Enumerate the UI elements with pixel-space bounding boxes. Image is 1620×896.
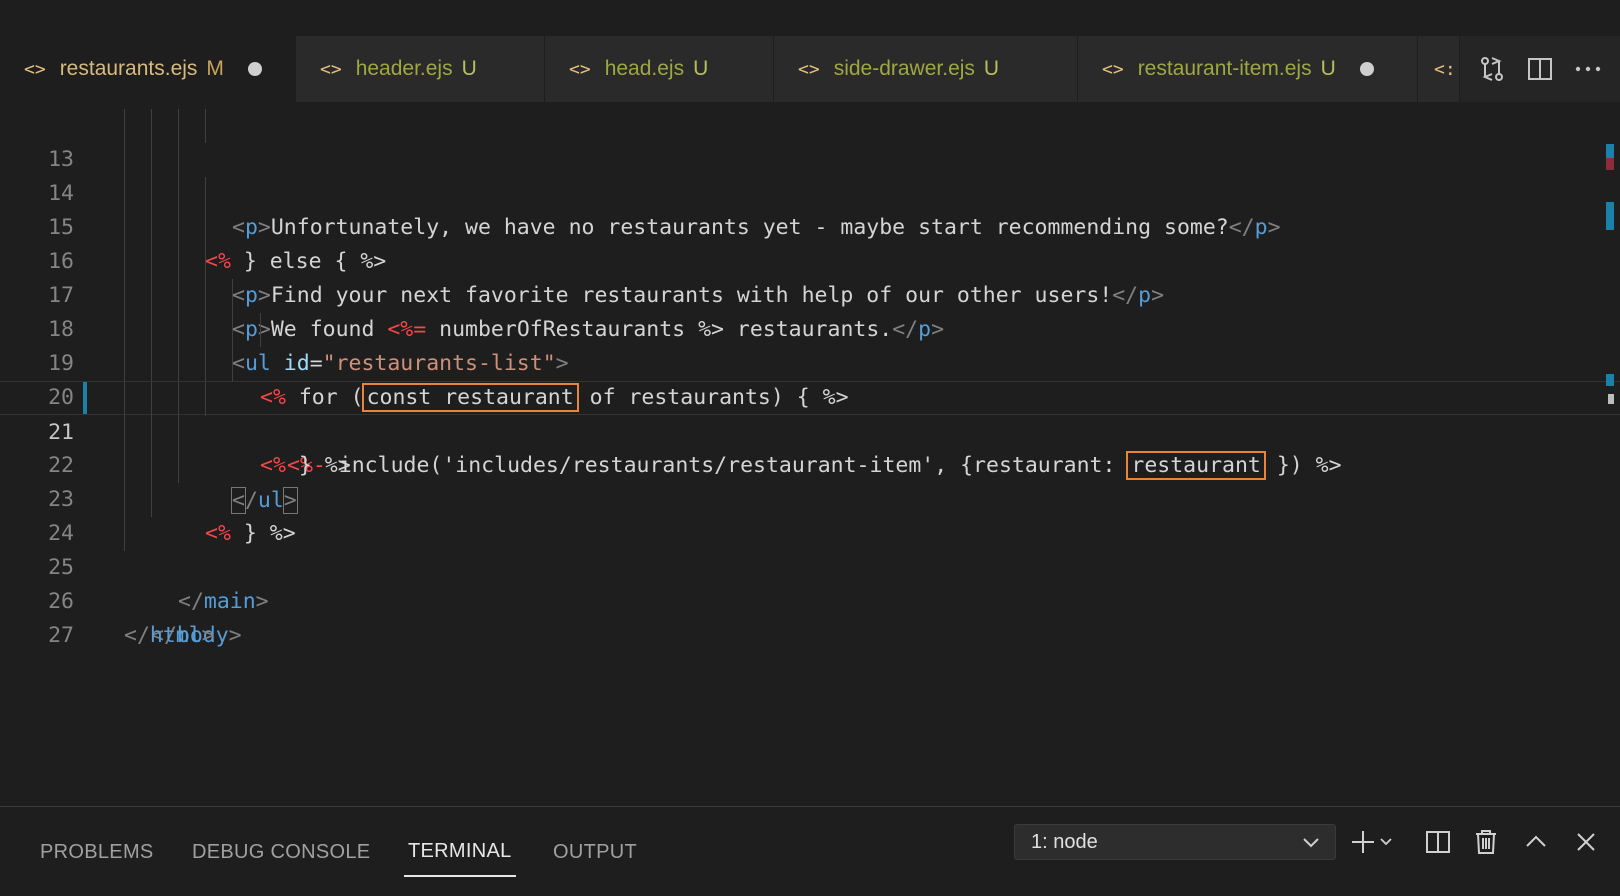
code-line: 27 [0,585,1620,648]
code-line: 13 <p>Unfortunately, we have no restaura… [0,109,1620,240]
tab-label: restaurants.ejs [59,57,198,80]
kill-terminal-button[interactable] [1469,825,1503,859]
chevron-up-icon [1526,835,1546,847]
code-file-icon: <: [1434,58,1456,80]
git-status-badge: U [983,57,1000,80]
chevron-down-icon [1303,838,1319,848]
tab-label: header.ejs [355,57,453,80]
tab-debug-console[interactable]: DEBUG CONSOLE [192,827,370,877]
new-terminal-button[interactable] [1346,825,1380,859]
editor-actions [1460,36,1620,102]
tab-terminal[interactable]: TERMINAL [404,827,516,877]
code-line: 17 <ul id="restaurants-list"> [0,245,1620,376]
split-terminal-icon [1426,831,1450,853]
code-file-icon: <> [798,58,820,80]
code-file-icon: <> [569,58,591,80]
code-line-current: 21 </ul> [0,381,1620,514]
code-line: 26 </html> [0,551,1620,648]
tab-restaurant-item-ejs[interactable]: <> restaurant-item.ejs U [1078,36,1418,102]
git-status-badge: U [1320,57,1336,80]
split-editor-button[interactable] [1525,54,1555,84]
chevron-down-icon [1380,838,1392,846]
code-line: 15 <p>Find your next favorite restaurant… [0,177,1620,308]
compare-changes-icon [1481,57,1503,81]
code-line: 25 </body> [0,517,1620,648]
git-status-badge: M [206,57,224,80]
title-bar [0,0,1620,36]
overview-ruler[interactable] [1604,102,1614,806]
code-line: 18 <% for (const restaurant of restauran… [0,279,1620,412]
terminal-select[interactable]: 1: node [1014,824,1336,860]
unsaved-dot-icon[interactable] [247,62,262,76]
tab-label: head.ejs [604,57,685,80]
code-line: 19 <%- include('includes/restaurants/res… [0,313,1620,480]
code-line: 14 <% } else { %> [0,143,1620,274]
tab-restaurants-ejs[interactable]: <> restaurants.ejs M [0,36,296,102]
ellipsis-icon [1575,66,1601,72]
bottom-panel: PROBLEMS DEBUG CONSOLE TERMINAL OUTPUT 1… [0,806,1620,896]
close-panel-button[interactable] [1569,825,1603,859]
code-line: 23 [0,449,1620,512]
tab-label: restaurant-item.ejs [1137,57,1312,80]
code-file-icon: <> [1102,58,1124,80]
line-number: 27 [48,623,74,648]
tab-header-ejs[interactable]: <> header.ejs U [296,36,545,102]
tab-label: side-drawer.ejs [833,57,975,80]
terminal-select-value: 1: node [1031,830,1098,853]
code-file-icon: <> [320,58,342,80]
open-changes-button[interactable] [1477,54,1507,84]
git-status-badge: U [693,57,709,80]
close-icon [1577,833,1595,851]
code-editor[interactable]: 13 <p>Unfortunately, we have no restaura… [0,102,1620,806]
code-file-icon: <> [24,58,46,80]
code-text: </html> [124,623,215,648]
split-editor-icon [1528,58,1552,80]
tab-head-ejs[interactable]: <> head.ejs U [545,36,774,102]
tab-output[interactable]: OUTPUT [553,827,637,877]
tab-overflow[interactable]: <: [1418,36,1460,102]
more-actions-button[interactable] [1573,54,1603,84]
code-line: 16 <p>We found <%= numberOfRestaurants %… [0,211,1620,342]
editor-tab-bar: <> restaurants.ejs M <> header.ejs U <> … [0,36,1620,102]
plus-icon [1352,831,1374,853]
unsaved-dot-icon[interactable] [1359,62,1374,76]
tab-problems[interactable]: PROBLEMS [40,827,154,877]
git-status-badge: U [461,57,477,80]
terminal-profile-dropdown[interactable] [1376,825,1396,859]
maximize-panel-button[interactable] [1519,825,1553,859]
split-terminal-button[interactable] [1421,825,1455,859]
tab-side-drawer-ejs[interactable]: <> side-drawer.ejs U [774,36,1078,102]
code-line: 22 <% } %> [0,415,1620,546]
code-line: 24 </main> [0,483,1620,614]
code-line: 20 <% } %> [0,347,1620,478]
trash-icon [1476,830,1496,854]
